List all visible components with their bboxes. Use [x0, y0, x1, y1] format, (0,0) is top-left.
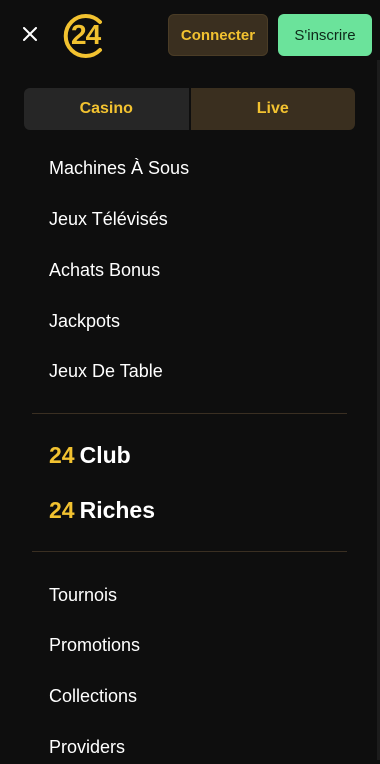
menu-item-providers[interactable]: Providers	[49, 736, 125, 758]
menu-item-24-riches[interactable]: 24 Riches	[49, 496, 155, 524]
logo-24: 24	[71, 19, 101, 50]
menu-item-machines-a-sous[interactable]: Machines À Sous	[49, 157, 189, 179]
section-divider	[32, 413, 347, 414]
menu-item-jeux-televises[interactable]: Jeux Télévisés	[49, 208, 168, 230]
menu-item-promotions[interactable]: Promotions	[49, 634, 140, 656]
close-icon[interactable]	[18, 22, 42, 46]
menu-item-collections[interactable]: Collections	[49, 685, 137, 707]
menu-item-jeux-de-table[interactable]: Jeux De Table	[49, 360, 163, 382]
menu-item-tournois[interactable]: Tournois	[49, 584, 117, 606]
section-divider	[32, 551, 347, 552]
menu-item-jackpots[interactable]: Jackpots	[49, 310, 120, 332]
top-bar: 24 Connecter S'inscrire	[0, 0, 380, 72]
connect-button[interactable]: Connecter	[168, 14, 268, 56]
club-name: Riches	[79, 497, 156, 523]
close-icon-glyph	[23, 27, 37, 41]
category-tabs: Casino Live	[24, 88, 355, 130]
club-prefix: 24	[49, 442, 75, 468]
tab-live[interactable]: Live	[190, 88, 355, 130]
tab-casino[interactable]: Casino	[24, 88, 191, 130]
menu-item-24-club[interactable]: 24 Club	[49, 441, 131, 469]
club-prefix: 24	[49, 497, 75, 523]
menu-item-achats-bonus[interactable]: Achats Bonus	[49, 259, 160, 281]
club-name: Club	[79, 442, 131, 468]
signup-button[interactable]: S'inscrire	[278, 14, 372, 56]
